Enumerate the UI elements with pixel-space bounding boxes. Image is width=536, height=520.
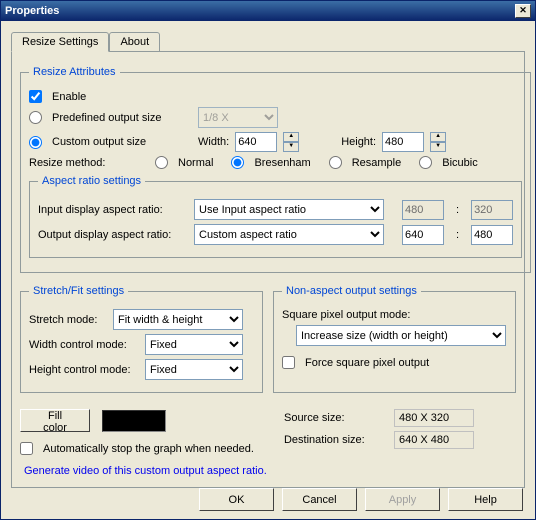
fill-color-swatch[interactable]	[102, 410, 166, 432]
dialog-buttons: OK Cancel Apply Help	[199, 488, 523, 511]
resize-attributes-group: Resize Attributes Enable Predefined outp…	[20, 66, 531, 273]
output-aspect-label: Output display aspect ratio:	[38, 229, 188, 241]
predefined-size-label: Predefined output size	[52, 112, 192, 124]
custom-size-radio[interactable]	[29, 136, 42, 149]
resize-method-label: Resize method:	[29, 157, 149, 169]
ok-button[interactable]: OK	[199, 488, 274, 511]
titlebar: Properties ✕	[1, 1, 535, 21]
tab-strip: Resize Settings About	[11, 31, 525, 51]
method-normal-radio[interactable]	[155, 156, 168, 169]
source-size-label: Source size:	[284, 412, 394, 424]
tab-resize-settings[interactable]: Resize Settings	[11, 32, 109, 52]
height-spinner[interactable]: ▲▼	[430, 132, 446, 152]
down-icon[interactable]: ▼	[430, 142, 446, 152]
properties-dialog: Properties ✕ Resize Settings About Resiz…	[0, 0, 536, 520]
autostop-checkbox[interactable]	[20, 442, 33, 455]
autostop-label: Automatically stop the graph when needed…	[43, 443, 254, 455]
stretch-mode-label: Stretch mode:	[29, 314, 107, 326]
resize-attributes-legend: Resize Attributes	[29, 66, 120, 78]
up-icon[interactable]: ▲	[430, 132, 446, 142]
destination-size-value: 640 X 480	[394, 431, 474, 449]
window-title: Properties	[5, 5, 59, 17]
tab-panel: Resize Attributes Enable Predefined outp…	[11, 51, 525, 488]
aspect-ratio-legend: Aspect ratio settings	[38, 175, 145, 187]
height-label: Height:	[341, 136, 376, 148]
down-icon[interactable]: ▼	[283, 142, 299, 152]
height-control-select[interactable]: Fixed	[145, 359, 243, 380]
height-input[interactable]	[382, 132, 424, 152]
input-aspect-w	[402, 200, 444, 220]
up-icon[interactable]: ▲	[283, 132, 299, 142]
method-resample-label: Resample	[352, 157, 402, 169]
output-aspect-h[interactable]	[471, 225, 513, 245]
close-button[interactable]: ✕	[515, 4, 531, 18]
fill-color-button[interactable]: Fill color	[20, 409, 90, 432]
tab-about[interactable]: About	[109, 32, 160, 52]
height-control-label: Height control mode:	[29, 364, 139, 376]
input-aspect-label: Input display aspect ratio:	[38, 204, 188, 216]
predefined-size-select[interactable]: 1/8 X	[198, 107, 278, 128]
stretch-fit-group: Stretch/Fit settings Stretch mode: Fit w…	[20, 285, 263, 393]
help-button[interactable]: Help	[448, 488, 523, 511]
generate-video-link[interactable]: Generate video of this custom output asp…	[24, 465, 267, 477]
destination-size-label: Destination size:	[284, 434, 394, 446]
apply-button[interactable]: Apply	[365, 488, 440, 511]
predefined-size-radio[interactable]	[29, 111, 42, 124]
enable-checkbox[interactable]	[29, 90, 42, 103]
method-normal-label: Normal	[178, 157, 213, 169]
custom-size-label: Custom output size	[52, 136, 192, 148]
input-aspect-select[interactable]: Use Input aspect ratio	[194, 199, 384, 220]
width-input[interactable]	[235, 132, 277, 152]
force-square-label: Force square pixel output	[305, 357, 429, 369]
square-pixel-label: Square pixel output mode:	[282, 309, 410, 321]
method-bresenham-radio[interactable]	[231, 156, 244, 169]
colon-label: :	[450, 229, 465, 241]
width-control-select[interactable]: Fixed	[145, 334, 243, 355]
stretch-fit-legend: Stretch/Fit settings	[29, 285, 128, 297]
output-aspect-w[interactable]	[402, 225, 444, 245]
colon-label: :	[450, 204, 465, 216]
force-square-checkbox[interactable]	[282, 356, 295, 369]
stretch-mode-select[interactable]: Fit width & height	[113, 309, 243, 330]
non-aspect-legend: Non-aspect output settings	[282, 285, 421, 297]
source-size-value: 480 X 320	[394, 409, 474, 427]
input-aspect-h	[471, 200, 513, 220]
square-pixel-select[interactable]: Increase size (width or height)	[296, 325, 506, 346]
width-control-label: Width control mode:	[29, 339, 139, 351]
width-spinner[interactable]: ▲▼	[283, 132, 299, 152]
aspect-ratio-group: Aspect ratio settings Input display aspe…	[29, 175, 522, 258]
non-aspect-group: Non-aspect output settings Square pixel …	[273, 285, 516, 393]
output-aspect-select[interactable]: Custom aspect ratio	[194, 224, 384, 245]
method-bresenham-label: Bresenham	[254, 157, 310, 169]
method-resample-radio[interactable]	[329, 156, 342, 169]
method-bicubic-radio[interactable]	[419, 156, 432, 169]
enable-label: Enable	[52, 91, 86, 103]
width-label: Width:	[198, 136, 229, 148]
method-bicubic-label: Bicubic	[442, 157, 477, 169]
cancel-button[interactable]: Cancel	[282, 488, 357, 511]
